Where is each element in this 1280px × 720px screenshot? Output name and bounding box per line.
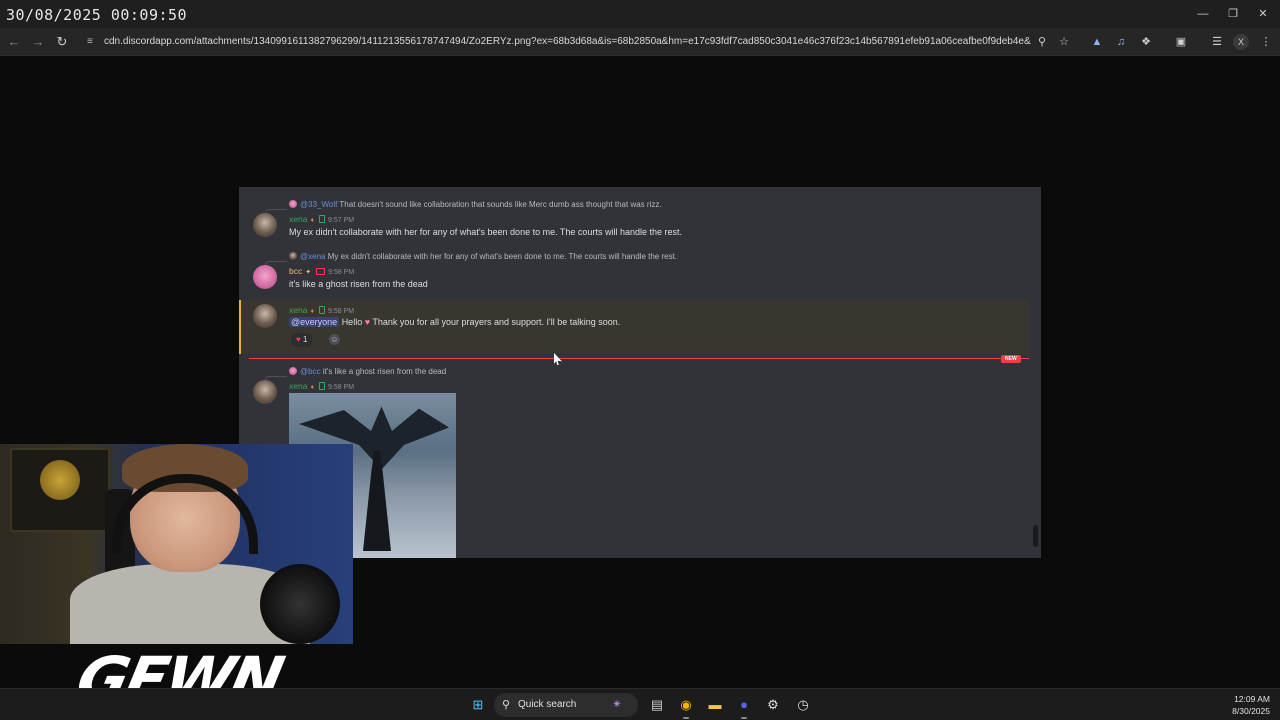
taskbar: ⊞ ⚲ Quick search ✴ ▤ ◉ ▬ ● ⚙ ◷ 12:09 AM … bbox=[0, 688, 1280, 720]
message-header: xena ♦ 9:58 PM bbox=[289, 381, 354, 391]
windows-start-icon[interactable]: ⊞ bbox=[469, 696, 487, 714]
mouse-cursor-icon bbox=[554, 353, 562, 365]
restore-icon[interactable]: ❐ bbox=[1225, 6, 1241, 22]
message-text-body: Thank you for all your prayers and suppo… bbox=[372, 317, 621, 327]
message-text: My ex didn't collaborate with her for an… bbox=[289, 227, 682, 237]
new-messages-divider bbox=[249, 358, 1029, 359]
forward-icon[interactable]: → bbox=[29, 33, 47, 51]
quick-search-box[interactable]: ⚲ Quick search ✴ bbox=[494, 693, 638, 717]
avatar[interactable] bbox=[253, 265, 277, 289]
quick-search-label: Quick search bbox=[518, 699, 577, 710]
audio-extension-icon[interactable]: ♫ bbox=[1113, 34, 1129, 50]
new-badge: NEW bbox=[1001, 355, 1021, 363]
message-header: bcc ✦ 9:58 PM bbox=[289, 266, 354, 276]
message-time: 9:57 PM bbox=[328, 217, 355, 224]
reply-mention: @xena bbox=[300, 252, 326, 261]
avatar[interactable] bbox=[253, 213, 277, 237]
discord-icon[interactable]: ● bbox=[735, 696, 753, 714]
timestamp-overlay: 30/08/2025 00:09:50 bbox=[6, 6, 188, 24]
everyone-mention: @everyone bbox=[289, 317, 340, 327]
reply-preview: @bcc it's like a ghost risen from the de… bbox=[289, 367, 446, 376]
task-view-icon[interactable]: ▤ bbox=[648, 696, 666, 714]
reload-icon[interactable]: ↻ bbox=[53, 33, 71, 51]
reply-mention: @bcc bbox=[300, 367, 321, 376]
mention-highlight-message: xena ♦ 9:58 PM @everyone Hello ♥ Thank you… bbox=[239, 300, 1029, 354]
heart-emoji-icon: ♥ bbox=[364, 317, 371, 327]
role-badge-icon: ♦ bbox=[310, 217, 315, 224]
message-header: xena ♦ 9:58 PM bbox=[289, 305, 354, 315]
extension-icon[interactable]: ▲ bbox=[1089, 34, 1105, 50]
browser-toolbar: ← → ↻ ≡ cdn.discordapp.com/attachments/1… bbox=[0, 28, 1280, 56]
close-icon[interactable]: ✕ bbox=[1255, 6, 1271, 22]
search-highlight-icon: ✴ bbox=[612, 697, 623, 711]
author-name[interactable]: xena bbox=[289, 381, 307, 391]
split-view-icon[interactable]: ▣ bbox=[1173, 34, 1189, 50]
avatar[interactable] bbox=[253, 304, 277, 328]
file-explorer-icon[interactable]: ▬ bbox=[706, 696, 724, 714]
wall-poster bbox=[10, 448, 110, 532]
mini-avatar bbox=[289, 200, 297, 208]
message-time: 9:58 PM bbox=[328, 308, 355, 315]
role-badge-icon: ♦ bbox=[310, 308, 315, 315]
reply-text: it's like a ghost risen from the dead bbox=[322, 367, 447, 376]
reply-text: That doesn't sound like collaboration th… bbox=[339, 200, 662, 209]
extensions-puzzle-icon[interactable]: ❖ bbox=[1138, 34, 1154, 50]
mini-avatar bbox=[289, 252, 297, 260]
discord-screenshot: @33_Wolf That doesn't sound like collabo… bbox=[239, 187, 1041, 558]
zoom-icon[interactable]: ⚲ bbox=[1034, 34, 1050, 50]
add-reaction-icon[interactable]: ☺ bbox=[329, 334, 340, 345]
taskbar-clock-time[interactable]: 12:09 AM bbox=[1222, 694, 1270, 704]
role-badge-icon: ♦ bbox=[310, 384, 315, 391]
reaction-heart-button[interactable]: ♥ 1 bbox=[291, 333, 313, 347]
poster-emblem bbox=[40, 460, 80, 500]
cloaked-figure bbox=[363, 451, 391, 551]
reply-mention: @33_Wolf bbox=[300, 200, 338, 209]
author-name[interactable]: bcc bbox=[289, 266, 302, 276]
message-text: @everyone Hello ♥ Thank you for all your… bbox=[289, 317, 620, 327]
author-name[interactable]: xena bbox=[289, 305, 307, 315]
reply-preview: @xena My ex didn't collaborate with her … bbox=[289, 252, 677, 261]
message-header: xena ♦ 9:57 PM bbox=[289, 214, 354, 224]
back-icon[interactable]: ← bbox=[5, 33, 23, 51]
bookmark-star-icon[interactable]: ☆ bbox=[1056, 34, 1072, 50]
reply-text: My ex didn't collaborate with her for an… bbox=[327, 252, 678, 261]
profile-avatar-icon[interactable]: X bbox=[1233, 34, 1249, 50]
message-time: 9:58 PM bbox=[328, 269, 355, 276]
taskbar-clock-date[interactable]: 8/30/2025 bbox=[1222, 706, 1270, 716]
author-name[interactable]: xena bbox=[289, 214, 307, 224]
avatar[interactable] bbox=[253, 380, 277, 404]
desktop-icon bbox=[316, 268, 326, 275]
browser-menu-icon[interactable]: ⋮ bbox=[1258, 34, 1274, 50]
mobile-icon bbox=[319, 215, 326, 223]
mini-avatar bbox=[289, 367, 297, 375]
message-text-hello: Hello bbox=[341, 317, 363, 327]
media-control-icon[interactable]: ☰ bbox=[1209, 34, 1225, 50]
webcam-overlay bbox=[0, 444, 353, 644]
minimize-icon[interactable]: — bbox=[1195, 6, 1211, 22]
clock-app-icon[interactable]: ◷ bbox=[794, 696, 812, 714]
mobile-icon bbox=[319, 306, 326, 314]
address-bar[interactable]: ≡ cdn.discordapp.com/attachments/1340991… bbox=[80, 31, 1080, 53]
message-text: it's like a ghost risen from the dead bbox=[289, 279, 428, 289]
reaction-count: 1 bbox=[302, 335, 308, 344]
mobile-icon bbox=[319, 382, 326, 390]
site-info-icon[interactable]: ≡ bbox=[87, 36, 99, 48]
role-badge-icon: ✦ bbox=[305, 269, 312, 276]
active-indicator bbox=[741, 717, 747, 719]
reply-preview: @33_Wolf That doesn't sound like collabo… bbox=[289, 200, 662, 209]
message-time: 9:58 PM bbox=[328, 384, 355, 391]
app-icon[interactable]: ⚙ bbox=[764, 696, 782, 714]
heart-reaction-icon: ♥ bbox=[296, 335, 301, 344]
chrome-icon[interactable]: ◉ bbox=[677, 696, 695, 714]
url-text[interactable]: cdn.discordapp.com/attachments/134099161… bbox=[104, 36, 1031, 47]
active-indicator bbox=[683, 717, 689, 719]
microphone bbox=[260, 564, 340, 644]
search-icon: ⚲ bbox=[502, 699, 511, 711]
scrollbar-thumb[interactable] bbox=[1033, 525, 1038, 547]
browser-titlebar: 30/08/2025 00:09:50 — ❐ ✕ bbox=[0, 0, 1280, 28]
